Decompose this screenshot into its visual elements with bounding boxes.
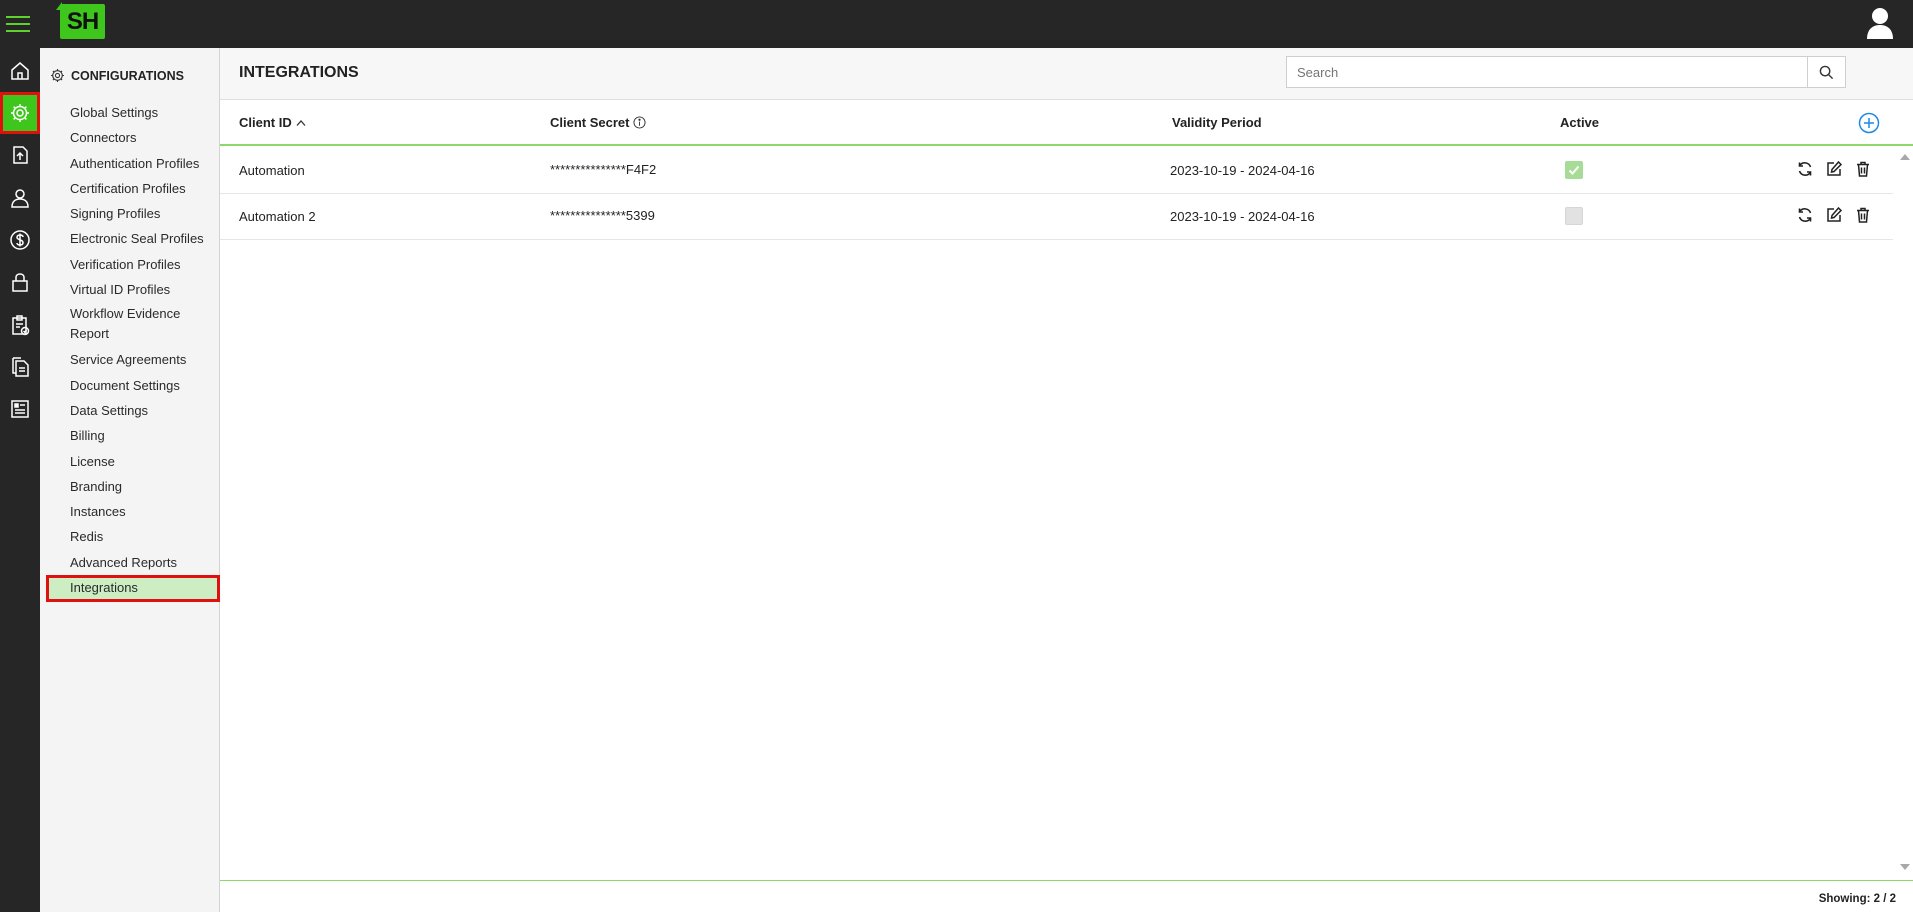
rail-upload[interactable] bbox=[0, 134, 40, 176]
table-row[interactable]: Automation ***************F4F2 2023-10-1… bbox=[220, 148, 1893, 194]
edit-icon[interactable] bbox=[1825, 160, 1843, 178]
rail-tasks[interactable] bbox=[0, 304, 40, 346]
documents-icon bbox=[12, 357, 29, 377]
search-input[interactable] bbox=[1287, 57, 1807, 87]
edit-icon[interactable] bbox=[1825, 206, 1843, 224]
table-scrollbar[interactable] bbox=[1896, 148, 1913, 876]
refresh-icon[interactable] bbox=[1796, 160, 1814, 178]
clipboard-check-icon bbox=[12, 315, 30, 336]
main-header: INTEGRATIONS bbox=[220, 48, 1913, 100]
table-header: Client ID Client Secret Validity Period … bbox=[220, 100, 1913, 146]
top-bar: SH bbox=[0, 0, 1913, 48]
table-row[interactable]: Automation 2 ***************5399 2023-10… bbox=[220, 194, 1893, 240]
delete-icon[interactable] bbox=[1854, 206, 1872, 224]
sidebar-item-workflow-evidence-report[interactable]: Workflow Evidence Report bbox=[40, 302, 220, 347]
cell-client-secret: ***************F4F2 bbox=[550, 162, 657, 177]
column-validity-period-label: Validity Period bbox=[1172, 115, 1262, 130]
rail-documents[interactable] bbox=[0, 346, 40, 388]
column-active-label: Active bbox=[1560, 115, 1600, 130]
rail-configurations[interactable] bbox=[0, 92, 40, 134]
search-box bbox=[1286, 56, 1846, 88]
row-actions bbox=[1796, 206, 1872, 224]
upload-icon bbox=[13, 146, 28, 164]
lock-icon bbox=[12, 273, 28, 292]
sidebar-item-global-settings[interactable]: Global Settings bbox=[40, 100, 220, 125]
configurations-sidebar: CONFIGURATIONS Global Settings Connector… bbox=[40, 48, 220, 912]
users-icon bbox=[11, 189, 29, 208]
column-client-secret-label: Client Secret bbox=[550, 115, 630, 130]
gear-icon bbox=[11, 104, 29, 122]
sidebar-item-verification-profiles[interactable]: Verification Profiles bbox=[40, 252, 220, 277]
search-icon bbox=[1819, 65, 1834, 79]
sidebar-item-signing-profiles[interactable]: Signing Profiles bbox=[40, 201, 220, 226]
sidebar-item-authentication-profiles[interactable]: Authentication Profiles bbox=[40, 151, 220, 176]
sidebar-item-integrations[interactable]: Integrations bbox=[46, 575, 220, 603]
configurations-list: Global Settings Connectors Authenticatio… bbox=[40, 100, 220, 603]
active-checkbox-checked[interactable] bbox=[1565, 161, 1583, 179]
showing-count: Showing: 2 / 2 bbox=[1818, 893, 1896, 905]
row-actions bbox=[1796, 160, 1872, 178]
sidebar-item-service-agreements[interactable]: Service Agreements bbox=[40, 347, 220, 372]
gear-icon bbox=[51, 69, 64, 82]
sidebar-item-electronic-seal-profiles[interactable]: Electronic Seal Profiles bbox=[40, 226, 220, 251]
cell-client-id: Automation bbox=[239, 163, 305, 178]
active-checkbox-unchecked[interactable] bbox=[1565, 207, 1583, 225]
cell-client-secret: ***************5399 bbox=[550, 208, 655, 223]
rail-home[interactable] bbox=[0, 50, 40, 92]
sidebar-item-advanced-reports[interactable]: Advanced Reports bbox=[40, 550, 220, 575]
sidebar-item-instances[interactable]: Instances bbox=[40, 499, 220, 524]
sidebar-item-document-settings[interactable]: Document Settings bbox=[40, 373, 220, 398]
hamburger-menu-icon[interactable] bbox=[6, 12, 30, 34]
refresh-icon[interactable] bbox=[1796, 206, 1814, 224]
app-logo[interactable]: SH bbox=[56, 2, 105, 39]
rail-reports[interactable] bbox=[0, 388, 40, 430]
sort-ascending-icon bbox=[296, 119, 306, 126]
configurations-title: CONFIGURATIONS bbox=[71, 68, 184, 83]
cell-client-id: Automation 2 bbox=[239, 209, 316, 224]
sidebar-item-redis[interactable]: Redis bbox=[40, 524, 220, 549]
column-active[interactable]: Active bbox=[1560, 115, 1599, 130]
search-button[interactable] bbox=[1807, 57, 1845, 87]
rail-billing[interactable] bbox=[0, 219, 40, 261]
sidebar-item-billing[interactable]: Billing bbox=[40, 423, 220, 448]
add-integration-icon[interactable] bbox=[1858, 112, 1880, 134]
dollar-icon bbox=[10, 230, 30, 250]
column-client-id[interactable]: Client ID bbox=[239, 115, 306, 130]
table-footer: Showing: 2 / 2 bbox=[220, 880, 1913, 912]
scroll-up-arrow-icon[interactable] bbox=[1900, 154, 1910, 160]
info-icon[interactable] bbox=[633, 116, 647, 129]
rail-users[interactable] bbox=[0, 177, 40, 219]
left-icon-rail bbox=[0, 48, 40, 912]
column-client-id-label: Client ID bbox=[239, 115, 292, 130]
cell-validity-period: 2023-10-19 - 2024-04-16 bbox=[1170, 209, 1315, 224]
sidebar-item-license[interactable]: License bbox=[40, 449, 220, 474]
checkmark-icon bbox=[1568, 165, 1580, 175]
report-icon bbox=[11, 400, 29, 418]
page-title: INTEGRATIONS bbox=[239, 64, 359, 81]
scroll-down-arrow-icon[interactable] bbox=[1900, 864, 1910, 870]
sidebar-item-virtual-id-profiles[interactable]: Virtual ID Profiles bbox=[40, 277, 220, 302]
main-panel: INTEGRATIONS Client ID Client Secret Val… bbox=[220, 48, 1913, 912]
sidebar-item-data-settings[interactable]: Data Settings bbox=[40, 398, 220, 423]
column-validity-period[interactable]: Validity Period bbox=[1172, 115, 1262, 130]
sidebar-item-connectors[interactable]: Connectors bbox=[40, 125, 220, 150]
cell-validity-period: 2023-10-19 - 2024-04-16 bbox=[1170, 163, 1315, 178]
user-avatar-icon[interactable] bbox=[1865, 5, 1895, 41]
sidebar-item-certification-profiles[interactable]: Certification Profiles bbox=[40, 176, 220, 201]
rail-security[interactable] bbox=[0, 261, 40, 303]
configurations-header: CONFIGURATIONS bbox=[50, 68, 184, 83]
delete-icon[interactable] bbox=[1854, 160, 1872, 178]
sidebar-item-branding[interactable]: Branding bbox=[40, 474, 220, 499]
home-icon bbox=[11, 62, 29, 80]
column-client-secret[interactable]: Client Secret bbox=[550, 115, 647, 130]
